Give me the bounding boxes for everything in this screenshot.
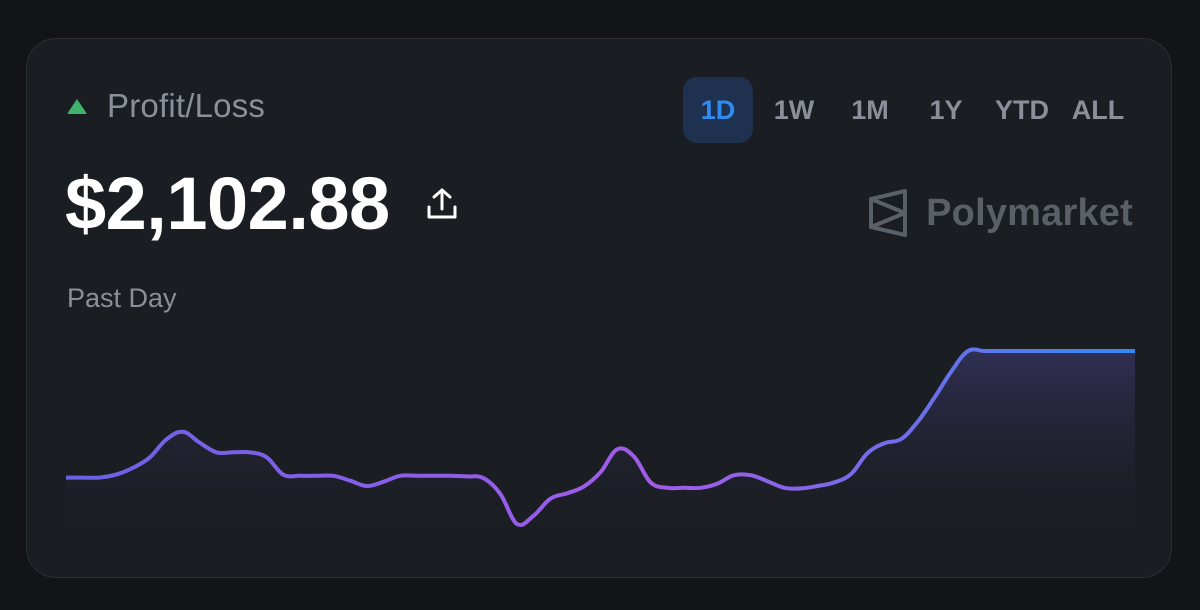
- share-button[interactable]: [424, 184, 460, 224]
- range-tab-1y[interactable]: 1Y: [911, 77, 981, 143]
- range-tab-ytd[interactable]: YTD: [987, 77, 1057, 143]
- profit-loss-chart: [66, 347, 1135, 559]
- range-tab-1w[interactable]: 1W: [759, 77, 829, 143]
- triangle-up-icon: [67, 98, 87, 114]
- time-range-tabs: 1D 1W 1M 1Y YTD ALL: [683, 77, 1133, 143]
- period-label: Past Day: [67, 283, 177, 313]
- amount-row: $2,102.88: [65, 167, 460, 241]
- brand-watermark: Polymarket: [866, 189, 1133, 237]
- profit-loss-label: Profit/Loss: [107, 87, 266, 124]
- range-tab-1m[interactable]: 1M: [835, 77, 905, 143]
- share-upload-icon: [427, 188, 457, 219]
- profit-loss-card: Profit/Loss 1D 1W 1M 1Y YTD ALL $2,102.88 Pol…: [26, 38, 1172, 578]
- polymarket-logo-icon: [869, 189, 908, 237]
- profit-loss-amount: $2,102.88: [65, 162, 390, 245]
- range-tab-1d[interactable]: 1D: [683, 77, 753, 143]
- brand-name: Polymarket: [926, 191, 1133, 234]
- card-header: Profit/Loss: [67, 87, 265, 125]
- range-tab-all[interactable]: ALL: [1063, 77, 1133, 143]
